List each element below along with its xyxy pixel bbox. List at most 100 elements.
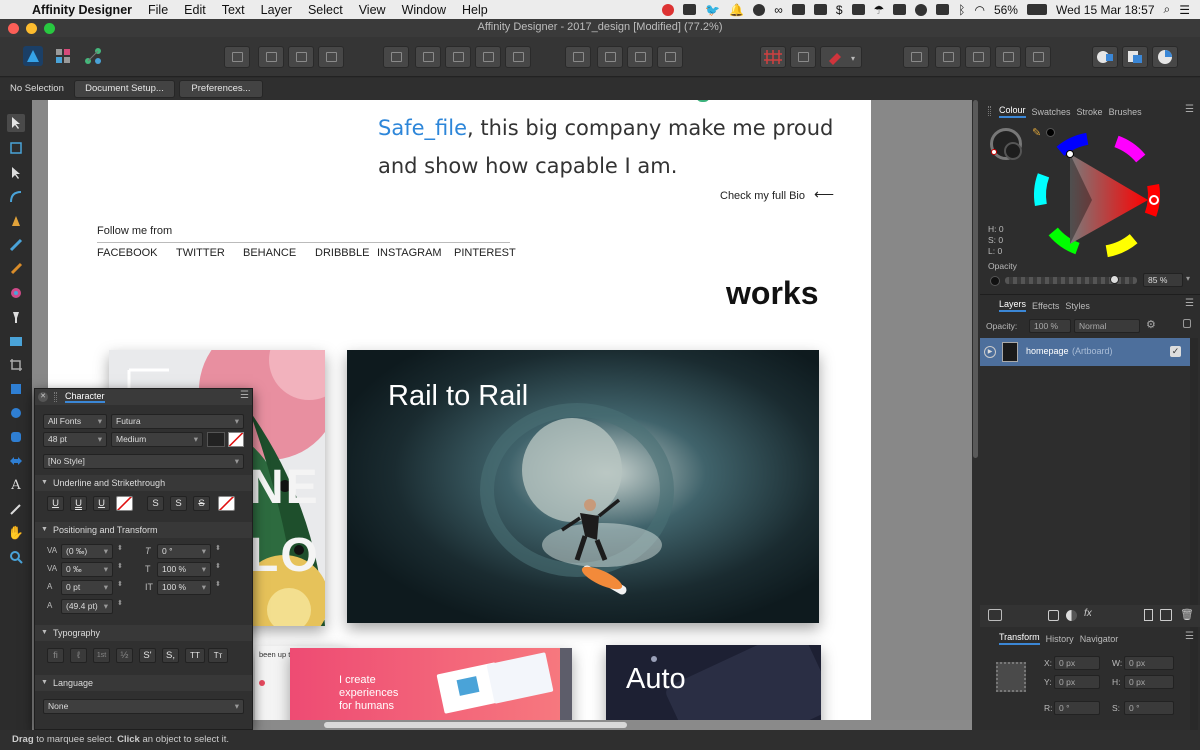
menu-text[interactable]: Text [214, 3, 253, 17]
kerning-field[interactable]: (0 ‰) [61, 544, 113, 559]
tab-effects[interactable]: Effects [1032, 301, 1059, 311]
h-field[interactable]: 0 px [1124, 675, 1174, 689]
tab-navigator[interactable]: Navigator [1080, 634, 1119, 644]
tracking-stepper-icon[interactable]: ⬍ [117, 562, 123, 570]
align-top-button[interactable] [318, 46, 344, 68]
transform-menu-icon[interactable]: ☰ [1185, 631, 1194, 642]
panel-grip-icon[interactable] [54, 392, 57, 402]
flip-horizontal-button[interactable] [415, 46, 441, 68]
flow-icon[interactable] [683, 4, 697, 15]
intersect-boolean-button[interactable] [995, 46, 1021, 68]
drag-handle-icon[interactable] [988, 106, 991, 116]
all-caps-button[interactable]: TT [185, 648, 205, 663]
list-icon[interactable]: ☰ [1179, 3, 1190, 17]
battery-app-icon[interactable] [893, 4, 907, 15]
time-machine-icon[interactable] [915, 3, 928, 16]
mask-icon[interactable] [1048, 610, 1059, 621]
baseline-field[interactable]: 0 pt [61, 580, 113, 595]
menu-help[interactable]: Help [454, 3, 496, 17]
auto-card[interactable]: Auto [606, 645, 821, 730]
umbrella-icon[interactable]: ☂ [874, 3, 885, 17]
check-bio-link[interactable]: Check my full Bio ⟵ [720, 186, 834, 203]
tab-transform[interactable]: Transform [999, 632, 1040, 645]
designer-persona-icon[interactable] [22, 45, 44, 67]
menu-edit[interactable]: Edit [176, 3, 214, 17]
crop-tool-icon[interactable] [7, 356, 25, 374]
blend-mode-select[interactable]: Normal [1074, 319, 1140, 333]
underline-double-button[interactable]: U [70, 496, 87, 511]
subscript-button[interactable]: S, [162, 648, 179, 663]
menu-app-name[interactable]: Affinity Designer [24, 3, 140, 17]
artboard-tool-icon[interactable] [7, 139, 25, 157]
menu-layer[interactable]: Layer [253, 3, 300, 17]
layer-stack-icon[interactable] [988, 609, 1002, 621]
insert-inside-button[interactable] [903, 46, 929, 68]
shear-field[interactable]: 0 ° [157, 544, 211, 559]
view-quality-button[interactable] [1152, 46, 1178, 68]
layers-scrollbar[interactable] [1190, 338, 1198, 730]
font-family-select[interactable]: Futura [111, 414, 244, 429]
align-left-button[interactable] [224, 46, 250, 68]
font-collection-select[interactable]: All Fonts [43, 414, 107, 429]
horizontal-scroll-thumb[interactable] [324, 722, 627, 728]
y-field[interactable]: 0 px [1054, 675, 1100, 689]
layer-opacity-field[interactable]: 100 % [1029, 319, 1071, 333]
close-panel-icon[interactable]: ✕ [38, 392, 48, 402]
tab-swatches[interactable]: Swatches [1032, 107, 1071, 117]
arrange-back-button[interactable] [565, 46, 591, 68]
add-group-icon[interactable] [1160, 609, 1172, 621]
text-style-select[interactable]: [No Style] [43, 454, 244, 469]
pinterest-icon[interactable] [753, 3, 766, 16]
typography-section-header[interactable]: Typography [35, 625, 252, 641]
lock-icon[interactable] [1183, 319, 1191, 328]
brush-tool-icon[interactable] [7, 260, 25, 278]
expand-layer-icon[interactable]: ▶ [984, 346, 996, 358]
anchor-point-grid[interactable] [996, 662, 1026, 692]
underline-single-button[interactable]: U [47, 496, 64, 511]
arrow-shape-tool-icon[interactable] [7, 452, 25, 470]
vertical-scroll-thumb[interactable] [973, 100, 978, 458]
arrange-forward-button[interactable] [627, 46, 653, 68]
search-icon[interactable]: ⌕ [1164, 2, 1171, 17]
twitter-link[interactable]: TWITTER [176, 247, 225, 259]
color-picker-tool-icon[interactable] [7, 500, 25, 518]
pixel-persona-icon[interactable] [52, 45, 74, 67]
leading-field[interactable]: (49.4 pt) [61, 599, 113, 614]
baseline-stepper-icon[interactable]: ⬍ [117, 580, 123, 588]
place-image-tool-icon[interactable] [7, 332, 25, 350]
menu-file[interactable]: File [140, 3, 176, 17]
shear-stepper-icon[interactable]: ⬍ [215, 544, 221, 552]
tab-colour[interactable]: Colour [999, 105, 1026, 118]
text-tool-icon[interactable]: A [7, 476, 25, 494]
arrange-backward-button[interactable] [597, 46, 623, 68]
fx-icon[interactable]: fx [1084, 608, 1092, 619]
underline-thick-button[interactable]: U [93, 496, 110, 511]
fill-tool-icon[interactable] [7, 284, 25, 302]
stroke-color-swatch[interactable] [1004, 142, 1022, 160]
panel-menu-icon[interactable]: ☰ [1185, 104, 1194, 115]
x-field[interactable]: 0 px [1054, 656, 1100, 670]
adjustment-icon[interactable] [1066, 610, 1077, 621]
vertical-scale-stepper-icon[interactable]: ⬍ [215, 562, 221, 570]
menu-window[interactable]: Window [394, 3, 454, 17]
w-field[interactable]: 0 px [1124, 656, 1174, 670]
layer-visibility-checkbox[interactable]: ✓ [1170, 346, 1181, 357]
color-wheel-button[interactable] [1122, 46, 1148, 68]
trash-icon[interactable]: 🗑 [1180, 608, 1194, 621]
menu-view[interactable]: View [351, 3, 394, 17]
corner-tool-icon[interactable] [7, 188, 25, 206]
tab-stroke[interactable]: Stroke [1077, 107, 1103, 117]
layer-settings-icon[interactable]: ⚙ [1146, 318, 1156, 331]
font-weight-select[interactable]: Medium [111, 432, 203, 447]
linkedin-icon[interactable] [791, 4, 805, 15]
text-fill-swatch[interactable] [207, 432, 225, 447]
add-layer-icon[interactable] [1144, 609, 1153, 621]
instagram-link[interactable]: INSTAGRAM [377, 247, 442, 259]
document-setup-button[interactable]: Document Setup... [74, 80, 175, 98]
transparency-tool-icon[interactable] [7, 308, 25, 326]
kerning-stepper-icon[interactable]: ⬍ [117, 544, 123, 552]
arrange-front-button[interactable] [657, 46, 683, 68]
battery-icon[interactable] [1026, 4, 1047, 15]
rectangle-tool-icon[interactable] [7, 380, 25, 398]
tab-history[interactable]: History [1046, 634, 1074, 644]
